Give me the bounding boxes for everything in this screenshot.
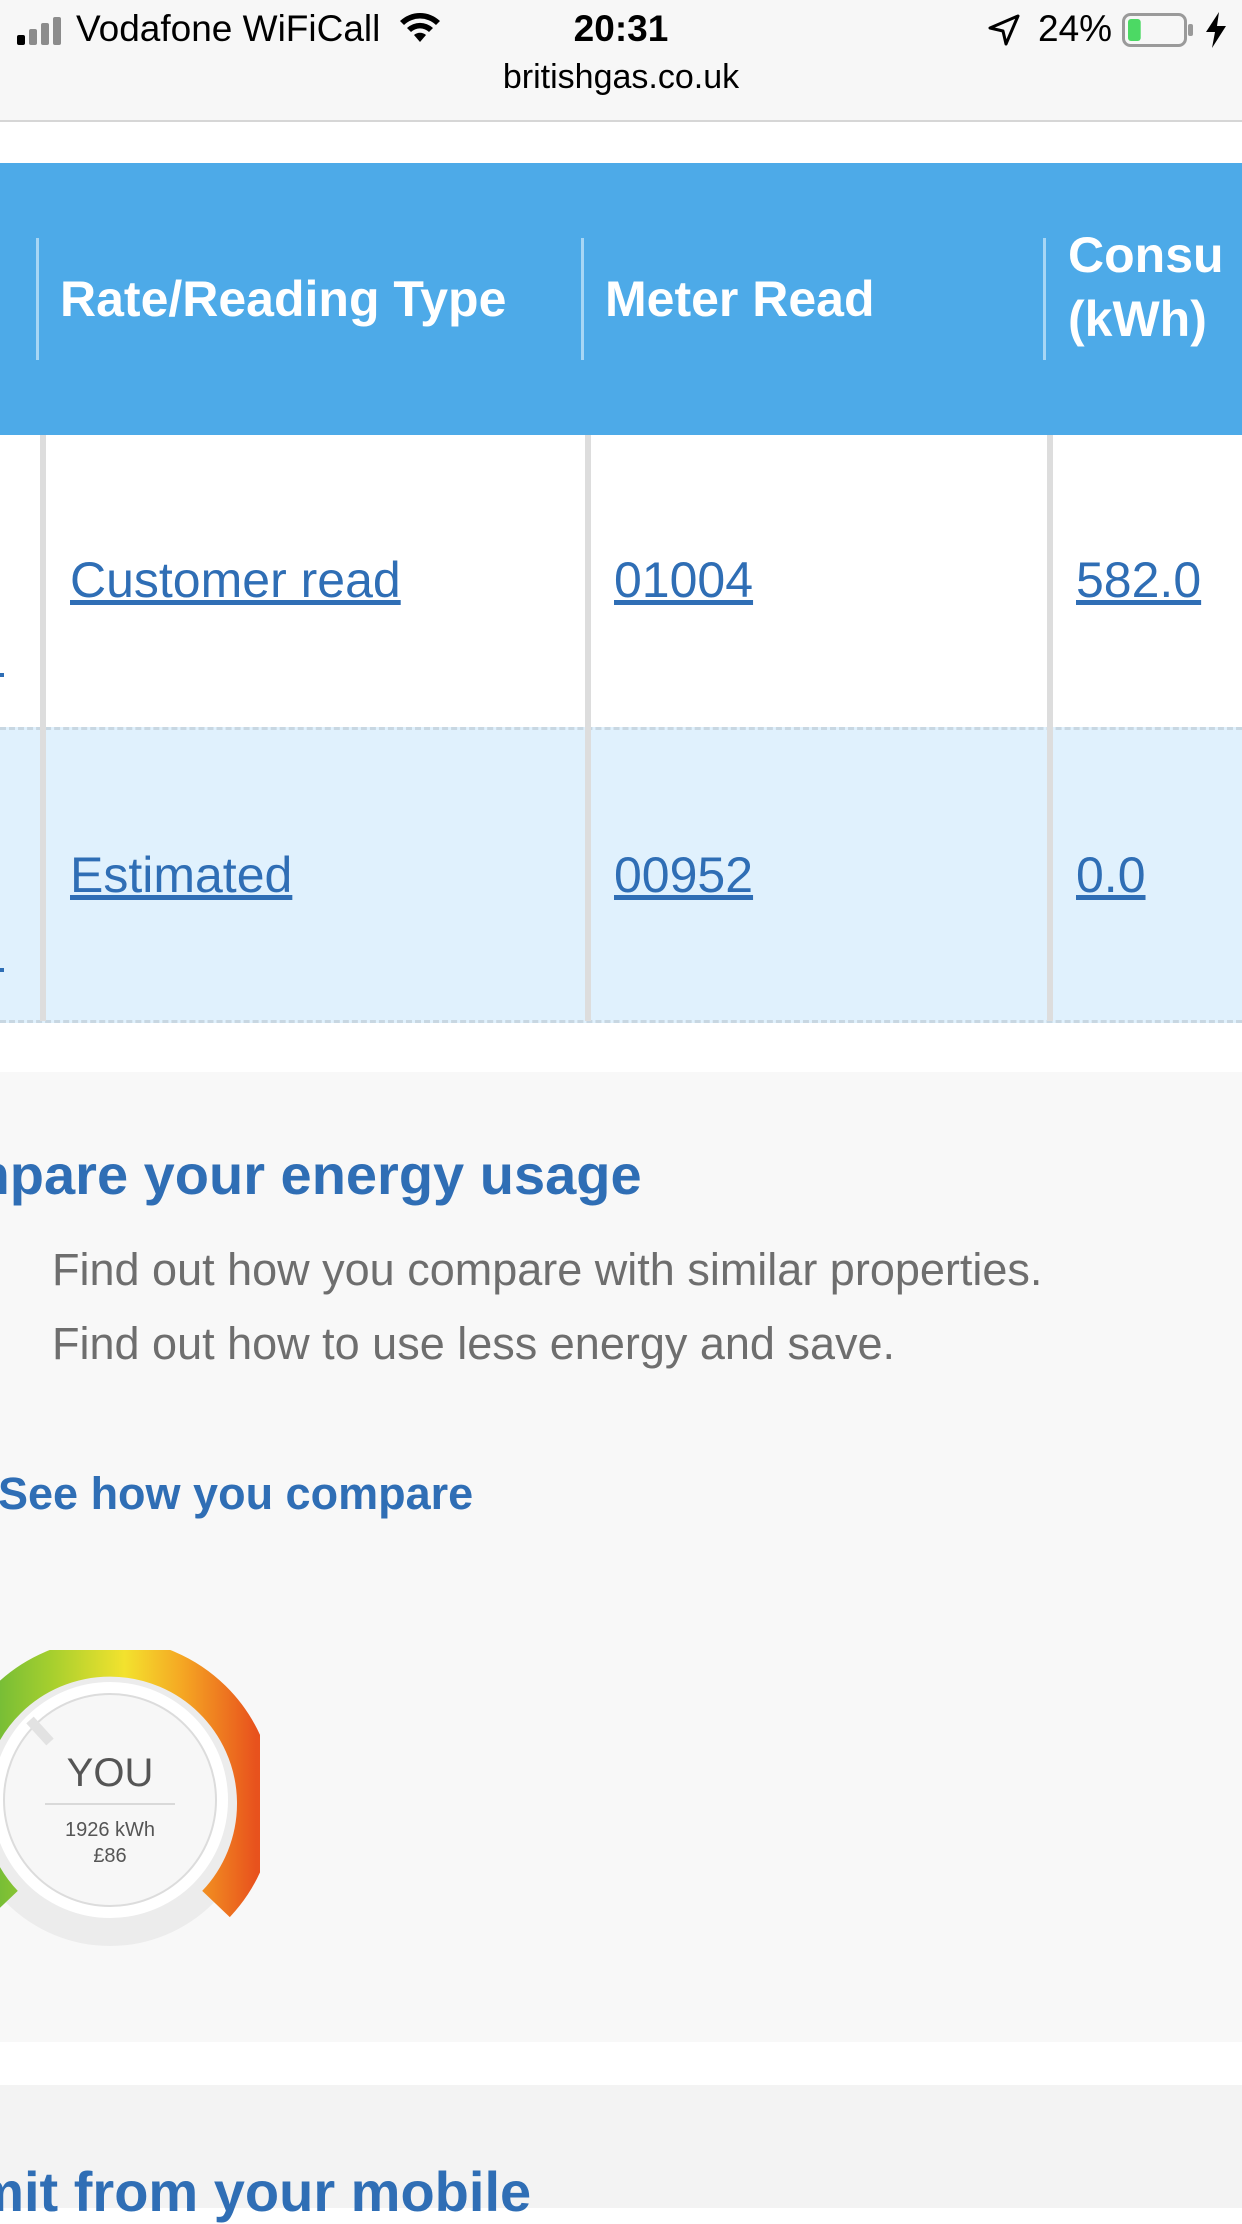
reading-type-link[interactable]: Customer read [70, 551, 401, 609]
charging-bolt-icon [1206, 12, 1226, 48]
compare-energy-section: mpare your energy usage Find out how you… [0, 1072, 1242, 2042]
description-line: Find out how to use less energy and save… [52, 1318, 896, 1369]
meter-read-link[interactable]: 00952 [614, 846, 753, 904]
submit-from-mobile-section: bmit from your mobile [0, 2085, 1242, 2223]
table-row: Customer read 01004 582.0 [0, 435, 1242, 725]
header-rate-reading-type: Rate/Reading Type [60, 271, 507, 327]
header-divider [1043, 238, 1046, 360]
header-consumption: Consu [1068, 227, 1224, 283]
gauge-cost: £86 [93, 1845, 126, 1867]
meter-read-link[interactable]: 01004 [614, 551, 753, 609]
battery-percent: 24% [1038, 8, 1113, 49]
column-divider [585, 435, 591, 1021]
header-consumption-unit: (kWh) [1068, 291, 1207, 347]
section-title: mpare your energy usage [0, 1143, 642, 1206]
location-arrow-icon [988, 14, 1020, 46]
see-how-you-compare-link[interactable]: See how you compare [0, 1468, 473, 1520]
header-divider [36, 238, 39, 360]
status-bar: Vodafone WiFiCall 20:31 24% britishgas.c… [0, 0, 1242, 122]
description-line: Find out how you compare with similar pr… [52, 1244, 1043, 1295]
battery-icon [1122, 13, 1193, 47]
header-divider [581, 238, 584, 360]
header-meter-read: Meter Read [605, 271, 875, 327]
column-divider [1047, 435, 1053, 1021]
consumption-link[interactable]: 0.0 [1076, 846, 1146, 904]
truncated-cell-link[interactable] [0, 673, 4, 677]
reading-type-link[interactable]: Estimated [70, 846, 292, 904]
column-divider [40, 435, 46, 1021]
energy-usage-gauge[interactable]: YOU 1926 kWh £86 [0, 1650, 260, 1950]
consumption-link[interactable]: 582.0 [1076, 551, 1201, 609]
gauge-kwh: 1926 kWh [65, 1819, 155, 1841]
gauge-label: YOU [67, 1751, 154, 1795]
table-header: Rate/Reading Type Meter Read Consu (kWh) [0, 163, 1242, 435]
table-row: Estimated 00952 0.0 [0, 727, 1242, 1023]
truncated-cell-link[interactable] [0, 968, 4, 972]
section-title: bmit from your mobile [0, 2160, 532, 2223]
address-bar-url[interactable]: britishgas.co.uk [0, 58, 1242, 97]
meter-readings-table: Rate/Reading Type Meter Read Consu (kWh)… [0, 163, 1242, 1023]
